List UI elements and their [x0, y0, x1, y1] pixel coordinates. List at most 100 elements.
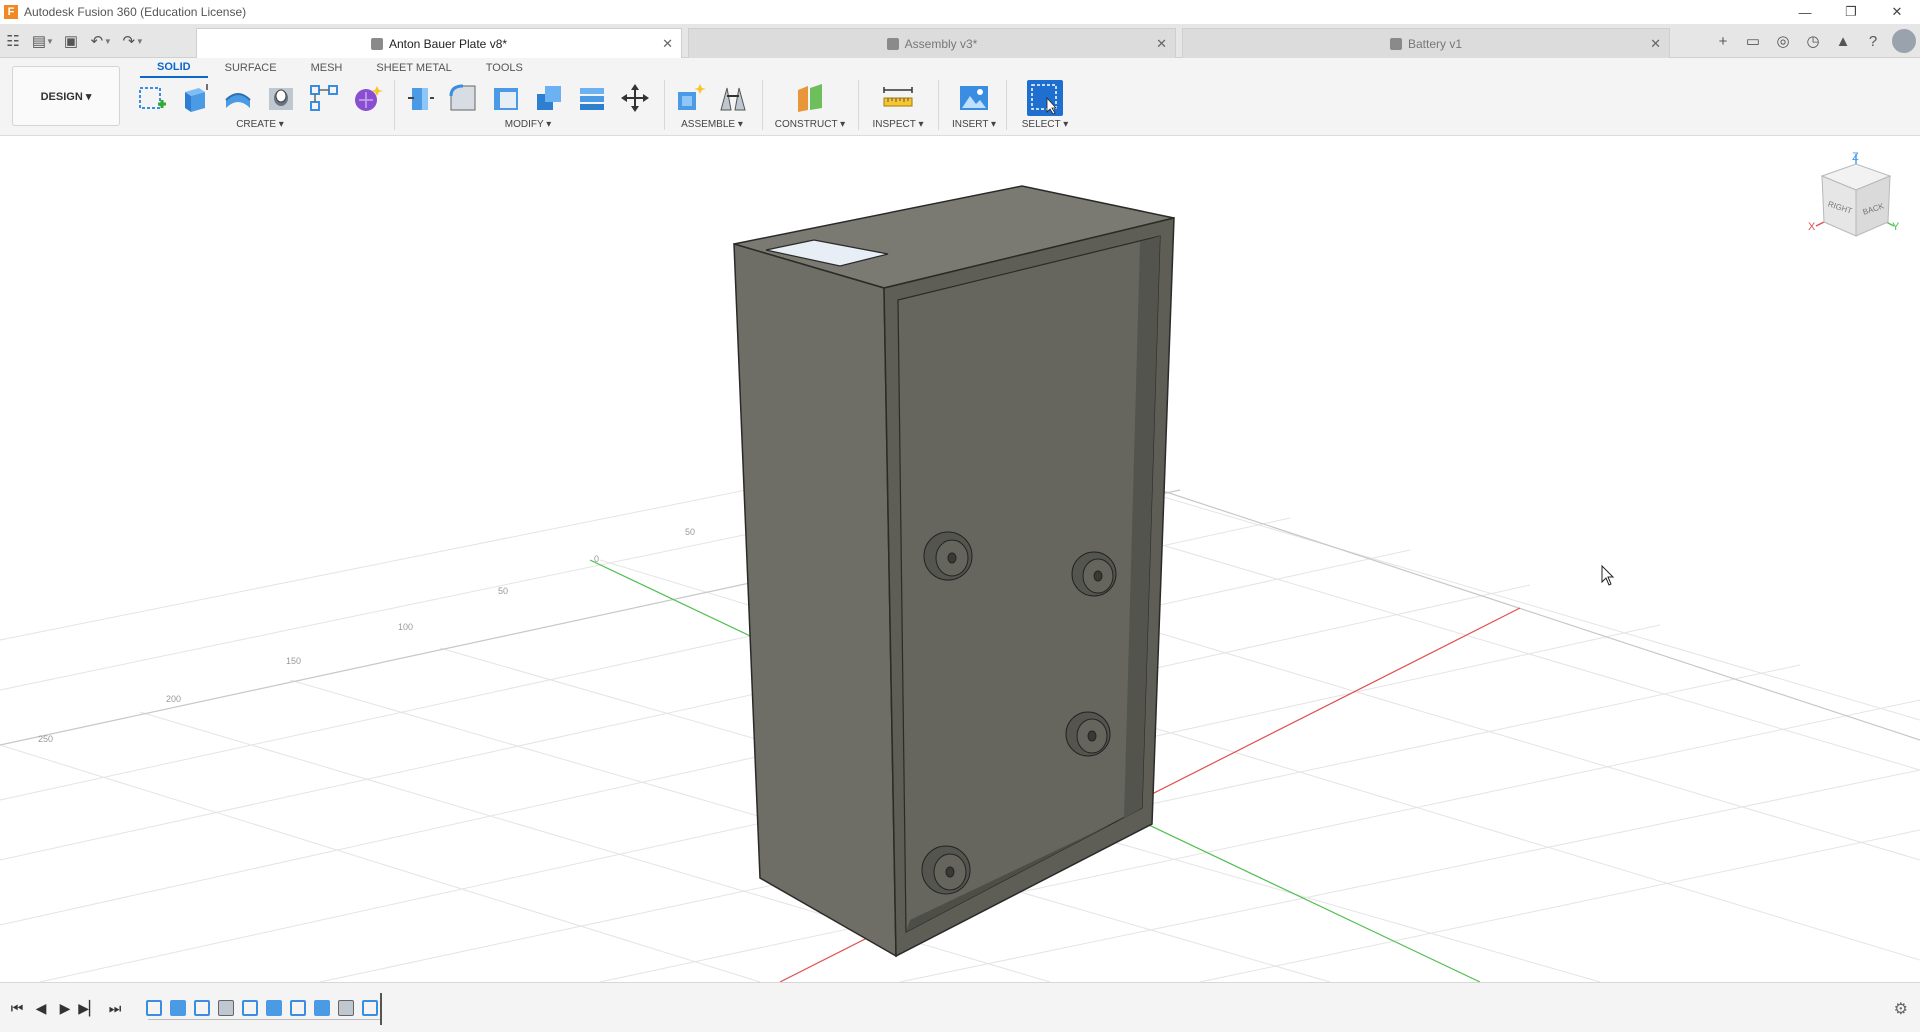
window-controls: — ❐ ✕ — [1782, 0, 1920, 24]
create-group: CREATE ▾ — [134, 78, 386, 134]
enclosure-body[interactable] — [733, 185, 1175, 958]
tab-solid[interactable]: SOLID — [140, 58, 208, 78]
new-tab-icon[interactable]: + — [1708, 27, 1738, 55]
grid-label: 250 — [38, 734, 53, 744]
timeline-first-icon[interactable]: ⏮ — [6, 997, 28, 1019]
offset-face-icon[interactable] — [574, 80, 610, 116]
undo-caret-icon[interactable]: ▼ — [104, 37, 112, 46]
workspace-switcher-button[interactable]: DESIGN ▾ — [12, 66, 120, 126]
user-avatar-icon[interactable] — [1892, 29, 1916, 53]
timeline-settings-gear-icon[interactable]: ⚙ — [1894, 999, 1908, 1019]
notifications-bell-icon[interactable]: ▲ — [1828, 27, 1858, 55]
file-menu-caret-icon[interactable]: ▼ — [46, 37, 54, 46]
hole-icon[interactable] — [263, 80, 299, 116]
timeline-extrude-icon[interactable] — [170, 1000, 186, 1016]
window-title: Autodesk Fusion 360 (Education License) — [24, 5, 247, 19]
inspect-menu[interactable]: INSPECT ▾ — [866, 119, 930, 130]
viewport-canvas[interactable]: 50 0 50 100 150 200 250 Z X Y RIGHT BACK — [0, 137, 1920, 982]
close-window-button[interactable]: ✕ — [1874, 0, 1920, 24]
timeline-extrude-icon[interactable] — [314, 1000, 330, 1016]
assemble-menu[interactable]: ASSEMBLE ▾ — [672, 119, 752, 130]
maximize-button[interactable]: ❐ — [1828, 0, 1874, 24]
document-tab-assembly[interactable]: Assembly v3* ✕ — [688, 28, 1176, 58]
component-icon — [1389, 37, 1402, 50]
revolve-icon[interactable] — [220, 80, 256, 116]
grid-label: 50 — [685, 527, 695, 537]
timeline-marker[interactable] — [380, 993, 382, 1025]
ribbon-toolbar: DESIGN ▾ SOLID SURFACE MESH SHEET METAL … — [0, 58, 1920, 136]
timeline-sketch-icon[interactable] — [146, 1000, 162, 1016]
fillet-icon[interactable] — [445, 80, 481, 116]
timeline-next-icon[interactable]: ▶▏ — [78, 997, 100, 1019]
timeline-sketch-icon[interactable] — [290, 1000, 306, 1016]
select-menu[interactable]: SELECT ▾ — [1014, 119, 1076, 130]
timeline-extrude-icon[interactable] — [266, 1000, 282, 1016]
joint-icon[interactable] — [715, 80, 751, 116]
extrude-icon[interactable] — [177, 80, 213, 116]
timeline-sketch-icon[interactable] — [194, 1000, 210, 1016]
pattern-icon[interactable] — [306, 80, 342, 116]
viewcube[interactable]: Z X Y RIGHT BACK — [1808, 151, 1900, 237]
create-menu[interactable]: CREATE ▾ — [134, 119, 386, 130]
insert-menu[interactable]: INSERT ▾ — [946, 119, 1002, 130]
toolbar-divider — [762, 80, 763, 130]
data-panel-grid-icon[interactable]: ☷ — [0, 27, 26, 55]
tab-tools[interactable]: TOOLS — [469, 58, 540, 78]
tab-close-icon[interactable]: ✕ — [1156, 36, 1167, 52]
workspace-tabs: SOLID SURFACE MESH SHEET METAL TOOLS — [140, 58, 540, 78]
tab-close-icon[interactable]: ✕ — [1650, 36, 1661, 52]
grid-label: 100 — [398, 622, 413, 632]
timeline-bar: ⏮ ◀ ▶ ▶▏ ⏭ ⚙ — [0, 982, 1920, 1032]
timeline-hole-icon[interactable] — [218, 1000, 234, 1016]
standoff-boss — [1065, 711, 1111, 757]
move-copy-icon[interactable] — [617, 80, 653, 116]
create-sketch-icon[interactable] — [134, 80, 170, 116]
viewcube-axis-z: Z — [1852, 151, 1859, 163]
measure-icon[interactable] — [880, 80, 916, 116]
job-status-icon[interactable]: ◷ — [1798, 27, 1828, 55]
component-icon — [370, 37, 383, 50]
assemble-group: ASSEMBLE ▾ — [672, 78, 752, 134]
title-bar: F Autodesk Fusion 360 (Education License… — [0, 0, 1920, 24]
press-pull-icon[interactable] — [402, 80, 438, 116]
chat-icon[interactable]: ▭ — [1738, 27, 1768, 55]
modify-menu[interactable]: MODIFY ▾ — [402, 119, 654, 130]
tab-close-icon[interactable]: ✕ — [662, 36, 673, 52]
construct-menu[interactable]: CONSTRUCT ▾ — [772, 119, 848, 130]
toolbar-divider — [938, 80, 939, 130]
tab-surface[interactable]: SURFACE — [208, 58, 294, 78]
new-component-icon[interactable] — [672, 80, 708, 116]
header-right-icons: + ▭ ◎ ◷ ▲ ? — [1708, 27, 1916, 55]
timeline-sketch-icon[interactable] — [242, 1000, 258, 1016]
toolbar-divider — [394, 80, 395, 130]
insert-image-icon[interactable] — [956, 80, 992, 116]
minimize-button[interactable]: — — [1782, 0, 1828, 24]
select-icon[interactable] — [1027, 80, 1063, 116]
standoff-boss — [1071, 551, 1117, 597]
shell-icon[interactable] — [488, 80, 524, 116]
quick-access-toolbar: ☷ ▤ ▼ ▣ ↶ ▼ ↷ ▼ — [0, 24, 148, 58]
save-icon[interactable]: ▣ — [58, 27, 84, 55]
tab-mesh[interactable]: MESH — [294, 58, 360, 78]
standoff-boss — [921, 845, 971, 895]
offset-plane-icon[interactable] — [792, 80, 828, 116]
timeline-shell-icon[interactable] — [338, 1000, 354, 1016]
help-icon[interactable]: ? — [1858, 27, 1888, 55]
viewcube-axis-y: Y — [1892, 221, 1900, 233]
tab-label: Battery v1 — [1407, 36, 1463, 51]
document-tab-battery[interactable]: Battery v1 ✕ — [1182, 28, 1670, 58]
document-tab-anton-bauer-plate[interactable]: Anton Bauer Plate v8* ✕ — [196, 28, 682, 58]
insert-group: INSERT ▾ — [946, 78, 1002, 134]
create-form-icon[interactable] — [349, 80, 385, 116]
redo-caret-icon[interactable]: ▼ — [136, 37, 144, 46]
timeline-last-icon[interactable]: ⏭ — [104, 997, 126, 1019]
tab-sheet-metal[interactable]: SHEET METAL — [359, 58, 468, 78]
3d-viewport[interactable]: 50 0 50 100 150 200 250 Z X Y RIGHT BACK — [0, 137, 1920, 982]
timeline-prev-icon[interactable]: ◀ — [30, 997, 52, 1019]
modify-group: MODIFY ▾ — [402, 78, 654, 134]
select-group: SELECT ▾ — [1014, 78, 1076, 134]
timeline-sketch-icon[interactable] — [362, 1000, 378, 1016]
combine-icon[interactable] — [531, 80, 567, 116]
online-status-icon[interactable]: ◎ — [1768, 27, 1798, 55]
timeline-play-icon[interactable]: ▶ — [54, 997, 76, 1019]
